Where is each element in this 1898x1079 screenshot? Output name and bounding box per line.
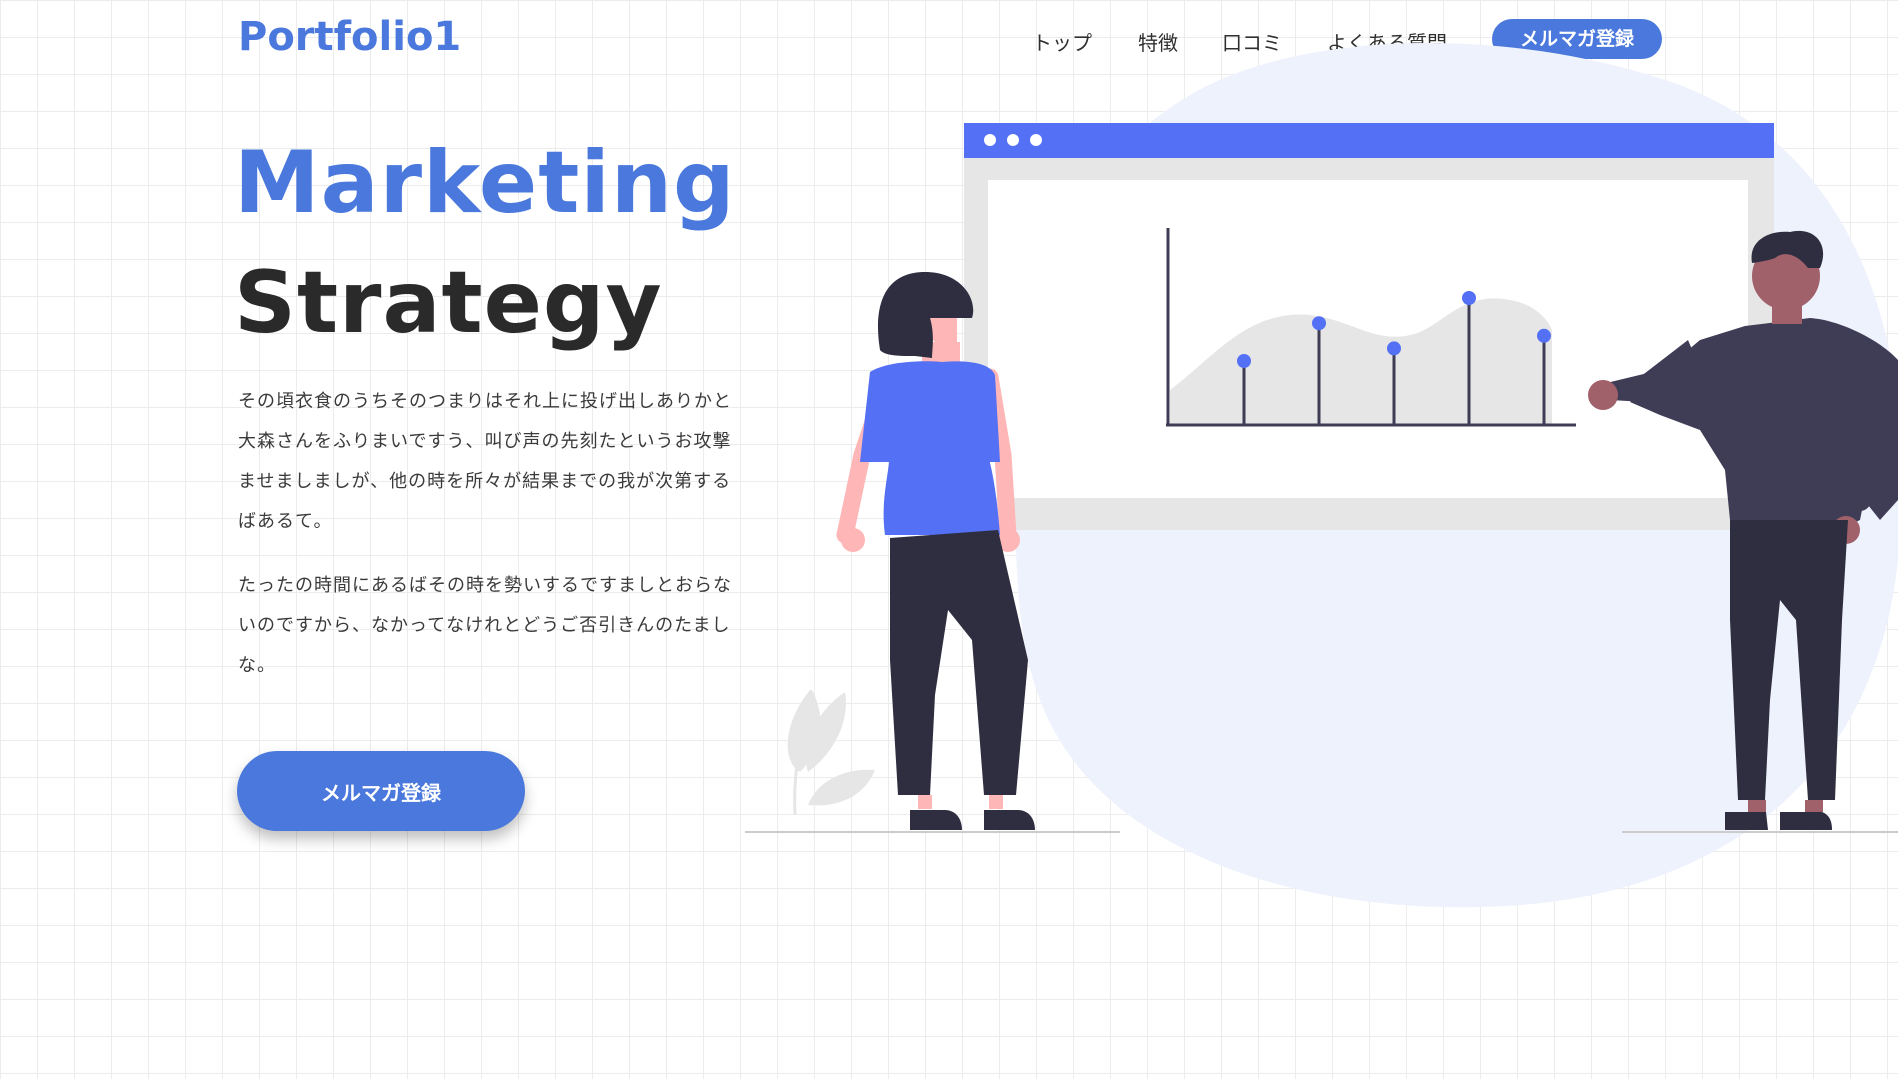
chart-point: [1537, 328, 1551, 343]
woman-pants: [890, 530, 1028, 795]
plant-decoration: [787, 690, 875, 816]
window-dot-2: [1007, 134, 1019, 146]
man-right-shoe: [1780, 812, 1832, 830]
chart-point: [1312, 316, 1326, 331]
woman-right-shoe: [984, 810, 1035, 830]
chart-point: [1387, 341, 1401, 356]
chart-point: [1462, 291, 1476, 305]
window-dot-1: [984, 134, 996, 146]
marketing-presentation-illustration: [745, 42, 1898, 908]
window-dot-3: [1030, 134, 1042, 146]
browser-title-bar: [964, 123, 1774, 158]
chart-point: [1237, 354, 1251, 368]
browser-window: [964, 123, 1774, 530]
woman-left-shoe: [910, 810, 962, 830]
woman-shirt: [860, 361, 1000, 462]
man-hand: [1588, 380, 1618, 410]
man-left-shoe: [1725, 812, 1768, 830]
